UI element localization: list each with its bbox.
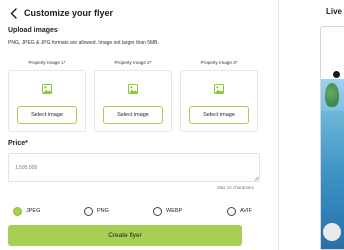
select-image-button[interactable]: Select image (189, 106, 249, 124)
format-label: PNG (97, 208, 109, 214)
flyer-preview (320, 26, 344, 250)
image-card-3: Property Image 3* Select image (180, 56, 258, 132)
image-card-label: Property Image 3* (200, 60, 238, 65)
upload-section-title: Upload images (8, 27, 58, 34)
preview-plant-graphic (325, 83, 339, 107)
chevron-left-icon[interactable] (8, 7, 18, 19)
image-icon (42, 84, 52, 94)
format-label: WEBP (166, 208, 183, 214)
live-preview-title: Live (326, 7, 343, 16)
image-card-label: Property Image 2* (114, 60, 152, 65)
image-drop-area[interactable]: Select image (8, 70, 86, 132)
resize-handle-icon[interactable] (254, 176, 259, 181)
image-icon (128, 84, 138, 94)
radio-button[interactable] (153, 206, 162, 216)
preview-badge-icon (333, 71, 340, 78)
format-option-jpeg[interactable]: JPEG (13, 206, 40, 216)
image-drop-area[interactable]: Select image (180, 70, 258, 132)
select-image-button[interactable]: Select image (103, 106, 163, 124)
page-title: Customize your flyer (24, 8, 114, 18)
price-label: Price* (8, 140, 28, 147)
format-label: JPEG (26, 208, 41, 214)
format-option-png[interactable]: PNG (84, 206, 109, 216)
create-flyer-button[interactable]: Create flyer (8, 225, 242, 246)
select-image-button[interactable]: Select image (17, 106, 77, 124)
image-card-label: Property Image 1* (28, 60, 66, 65)
preview-avatar (323, 223, 341, 241)
radio-button[interactable] (84, 206, 93, 216)
image-card-1: Property Image 1* Select image (8, 56, 86, 132)
price-input[interactable] (8, 153, 260, 182)
image-card-2: Property Image 2* Select image (94, 56, 172, 132)
image-drop-area[interactable]: Select image (94, 70, 172, 132)
upload-hint: PNG, JPEG & JPG formats are allowed. Ima… (8, 40, 159, 46)
radio-button[interactable] (13, 206, 22, 216)
format-option-avif[interactable]: AVIF (227, 206, 252, 216)
format-label: AVIF (240, 208, 252, 214)
character-limit-note: Max 12 characters (217, 185, 255, 190)
customize-panel: Customize your flyer Upload images PNG, … (0, 0, 278, 250)
format-option-webp[interactable]: WEBP (153, 206, 182, 216)
image-icon (214, 84, 224, 94)
panel-header: Customize your flyer (8, 6, 113, 20)
radio-button[interactable] (227, 206, 236, 216)
